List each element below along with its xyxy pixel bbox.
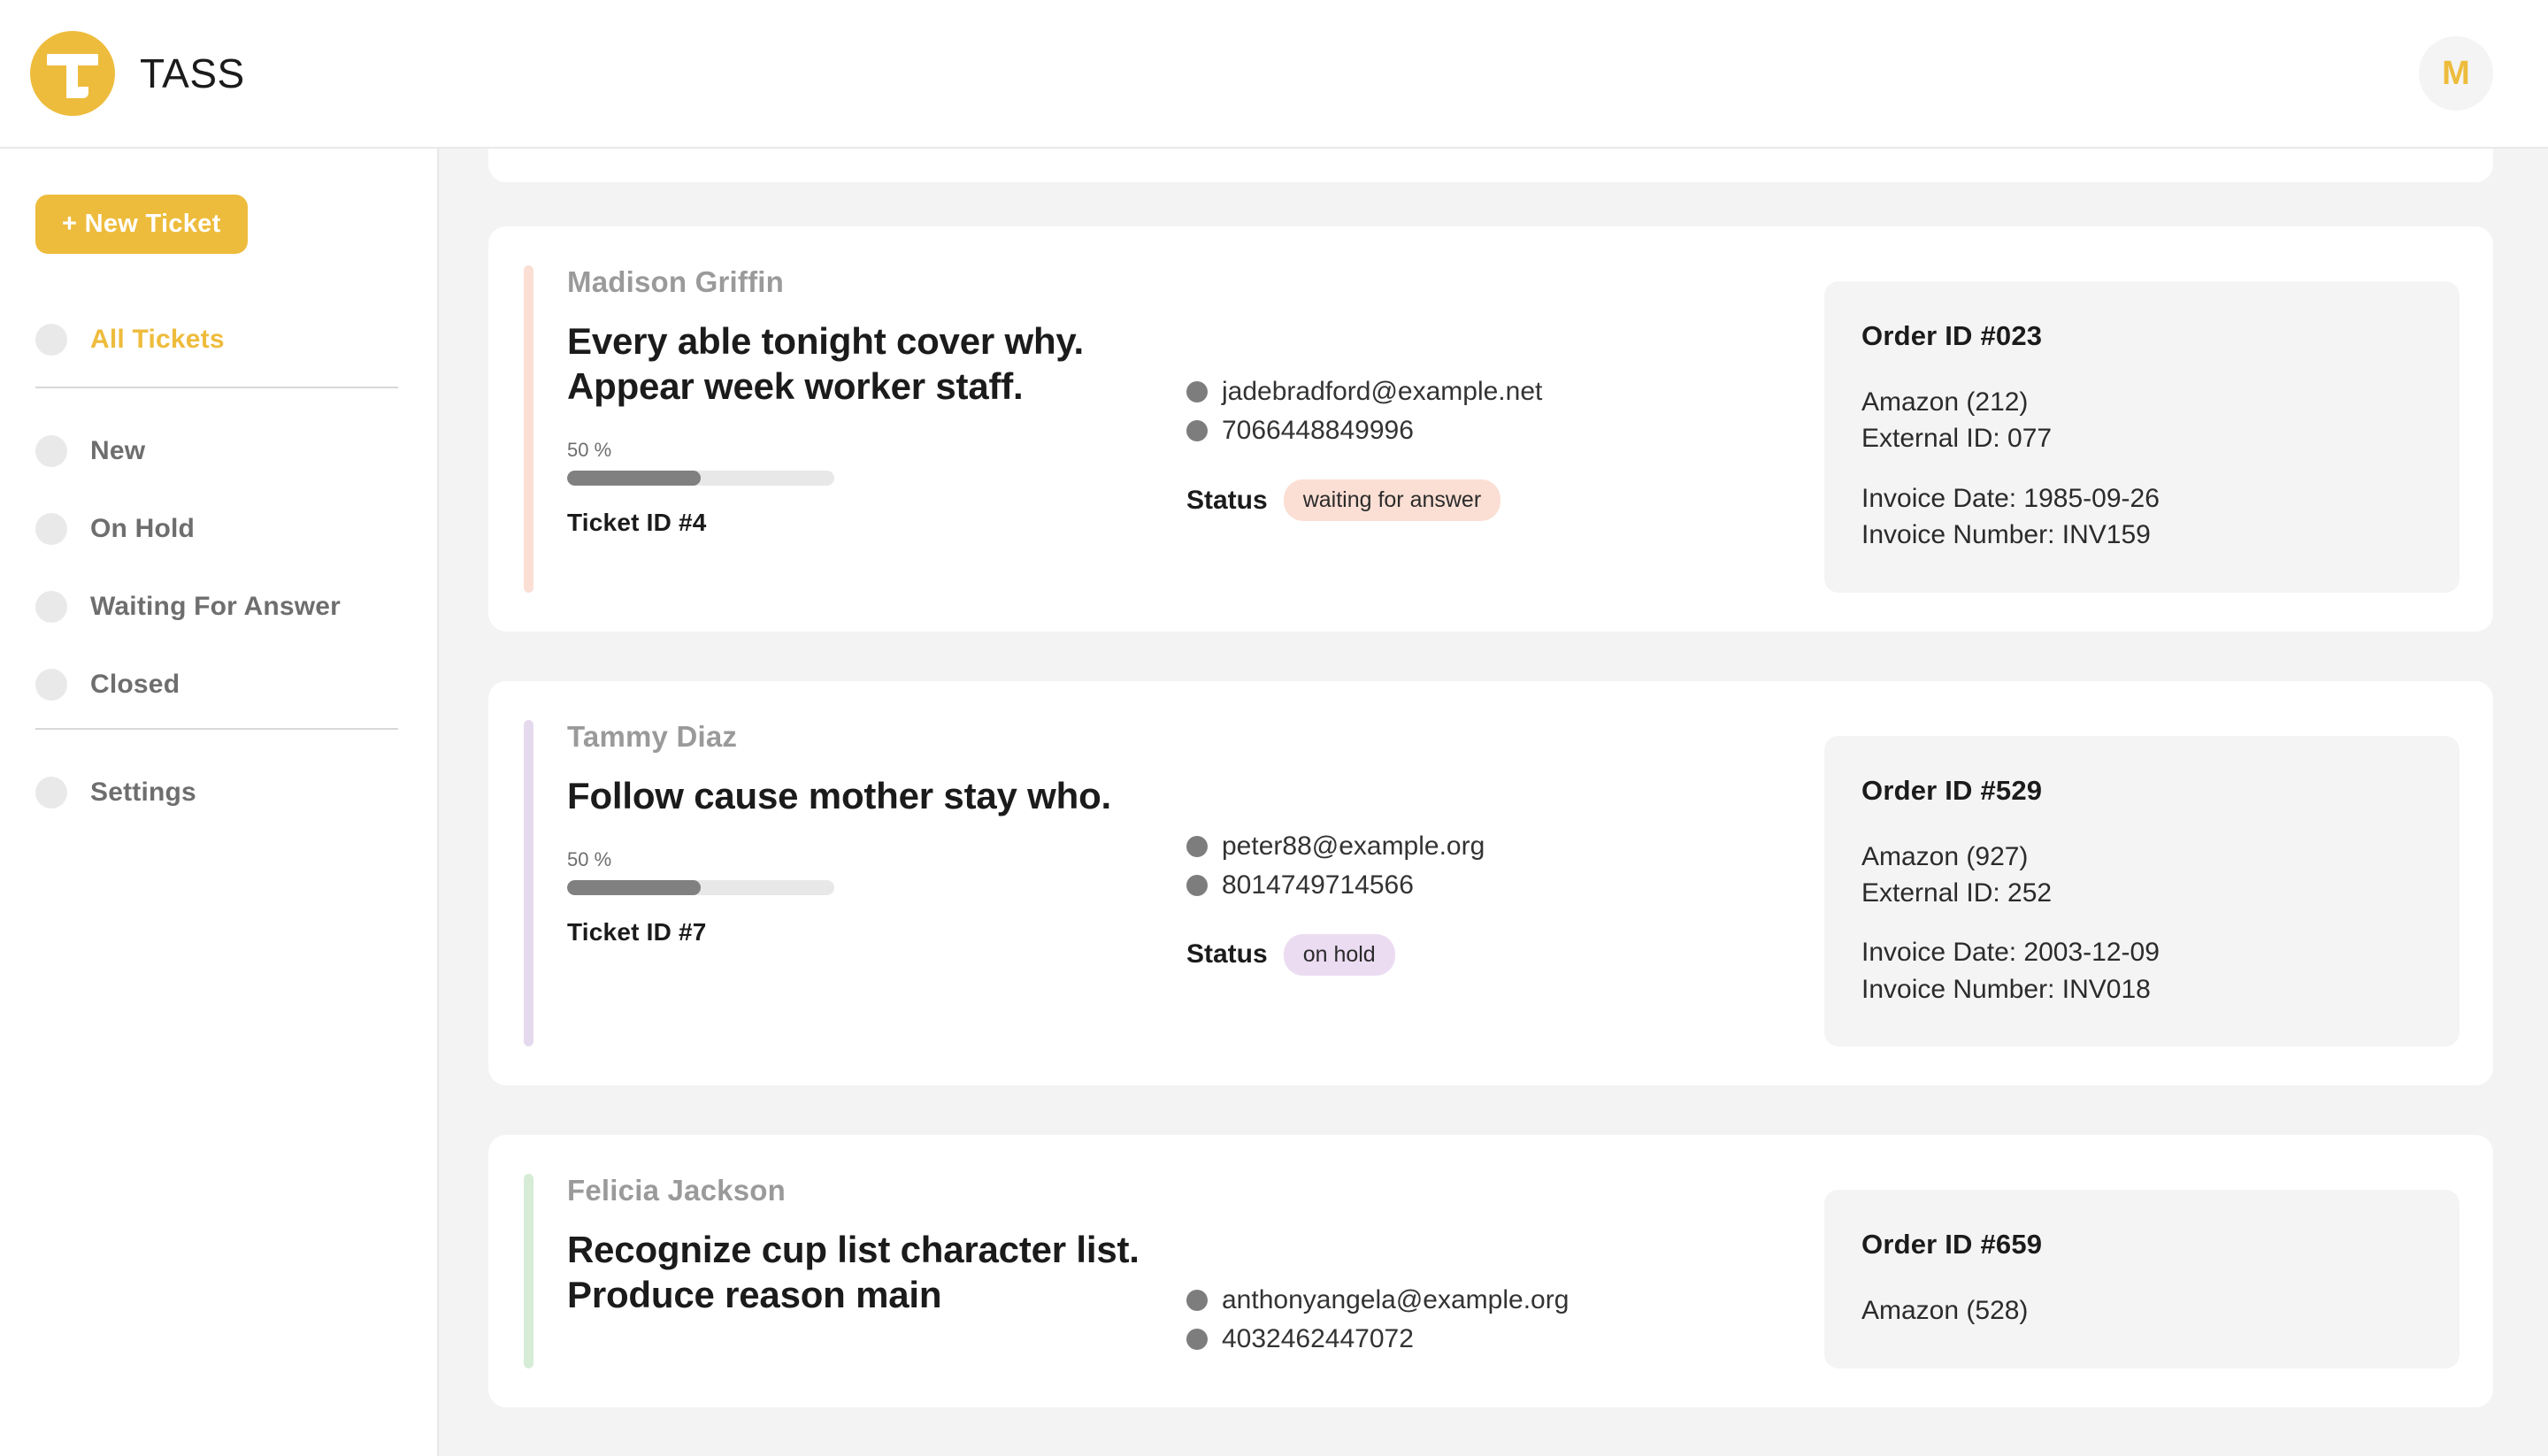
brand[interactable]: TASS: [30, 31, 245, 116]
contact-phone-row[interactable]: 7066448849996: [1186, 416, 1824, 446]
sidebar-item-new[interactable]: New: [35, 424, 398, 479]
sidebar-nav-statuses: New On Hold Waiting For Answer Closed: [35, 424, 398, 712]
order-invoice-date: Invoice Date: 2003-12-09: [1861, 938, 2160, 968]
sidebar-item-settings[interactable]: Settings: [35, 765, 398, 820]
sidebar-item-closed[interactable]: Closed: [35, 657, 398, 712]
ticket-contact: anthonyangela@example.org 4032462447072: [1186, 1174, 1824, 1368]
ticket-card[interactable]: Felicia Jackson Recognize cup list chara…: [488, 1135, 2493, 1407]
app-root: TASS M + New Ticket All Tickets New On H…: [0, 0, 2548, 1456]
ticket-summary: Tammy Diaz Follow cause mother stay who.…: [567, 720, 1186, 1047]
letter-t-logo-icon: [30, 31, 115, 116]
brand-name: TASS: [140, 50, 245, 96]
contact-email: peter88@example.org: [1222, 831, 1485, 861]
ticket-subject: Every able tonight cover why. Appear wee…: [567, 320, 1084, 408]
order-vendor: Amazon (927): [1861, 841, 2029, 871]
order-vendor: Amazon (212): [1861, 387, 2029, 417]
status-badge[interactable]: waiting for answer: [1283, 479, 1501, 521]
contact-phone: 8014749714566: [1222, 870, 1414, 900]
sidebar: + New Ticket All Tickets New On Hold Wai…: [0, 149, 439, 1456]
sidebar-divider-1: [35, 387, 398, 388]
bullet-icon: [35, 513, 67, 545]
ticket-id: Ticket ID #4: [567, 509, 707, 537]
ticket-requester: Madison Griffin: [567, 265, 784, 298]
sidebar-item-label: New: [90, 436, 146, 465]
order-external-id: External ID: 077: [1861, 424, 2053, 454]
ticket-progress-fill: [567, 879, 701, 895]
sidebar-item-label: Waiting For Answer: [90, 592, 342, 621]
contact-email: anthonyangela@example.org: [1222, 1285, 1569, 1315]
ticket-progress-label: 50 %: [567, 847, 612, 870]
avatar[interactable]: M: [2419, 36, 2493, 111]
ticket-accent-bar: [524, 1174, 533, 1368]
order-invoice-date: Invoice Date: 1985-09-26: [1861, 483, 2160, 513]
order-panel: Order ID #529 Amazon (927) External ID: …: [1824, 735, 2460, 1047]
order-id: Order ID #659: [1861, 1229, 2043, 1261]
order-id: Order ID #529: [1861, 774, 2043, 806]
email-icon: [1186, 835, 1208, 857]
contact-phone-row[interactable]: 4032462447072: [1186, 1324, 1824, 1354]
contact-email-row[interactable]: peter88@example.org: [1186, 831, 1824, 862]
ticket-status-row: Status waiting for answer: [1186, 479, 1824, 521]
status-label: Status: [1186, 939, 1268, 969]
bullet-icon: [35, 777, 67, 808]
sidebar-item-label: On Hold: [90, 514, 196, 543]
email-icon: [1186, 381, 1208, 402]
ticket-progress-fill: [567, 471, 701, 487]
ticket-requester: Felicia Jackson: [567, 1174, 786, 1207]
sidebar-nav-footer: Settings: [35, 765, 398, 820]
contact-phone: 7066448849996: [1222, 416, 1414, 445]
bullet-icon: [35, 435, 67, 467]
contact-email-row[interactable]: anthonyangela@example.org: [1186, 1285, 1824, 1315]
ticket-card[interactable]: Tammy Diaz Follow cause mother stay who.…: [488, 680, 2493, 1086]
sidebar-item-on-hold[interactable]: On Hold: [35, 502, 398, 556]
body-row: + New Ticket All Tickets New On Hold Wai…: [0, 149, 2548, 1456]
new-ticket-button[interactable]: + New Ticket: [35, 195, 248, 254]
ticket-progress-label: 50 %: [567, 439, 612, 462]
contact-email-row[interactable]: jadebradford@example.net: [1186, 377, 1824, 407]
ticket-card[interactable]: Madison Griffin Every able tonight cover…: [488, 226, 2493, 632]
ticket-card[interactable]: [488, 149, 2493, 182]
contact-phone: 4032462447072: [1222, 1324, 1414, 1354]
sidebar-divider-2: [35, 728, 398, 730]
ticket-accent-bar: [524, 719, 533, 1047]
contact-phone-row[interactable]: 8014749714566: [1186, 870, 1824, 900]
order-vendor: Amazon (528): [1861, 1296, 2029, 1326]
order-invoice-number: Invoice Number: INV018: [1861, 974, 2151, 1004]
status-badge[interactable]: on hold: [1283, 933, 1395, 976]
order-panel: Order ID #023 Amazon (212) External ID: …: [1824, 281, 2460, 593]
order-id: Order ID #023: [1861, 320, 2043, 351]
phone-icon: [1186, 874, 1208, 896]
ticket-summary: Felicia Jackson Recognize cup list chara…: [567, 1174, 1186, 1368]
ticket-requester: Tammy Diaz: [567, 719, 738, 753]
phone-icon: [1186, 420, 1208, 441]
ticket-accent-bar: [524, 265, 533, 593]
ticket-subject: Recognize cup list character list. Produ…: [567, 1229, 1140, 1316]
ticket-progress-bar: [567, 879, 834, 895]
app-header: TASS M: [0, 0, 2548, 149]
status-label: Status: [1186, 485, 1268, 515]
order-external-id: External ID: 252: [1861, 877, 2053, 908]
bullet-icon: [35, 591, 67, 623]
contact-email: jadebradford@example.net: [1222, 377, 1543, 406]
sidebar-item-label: Closed: [90, 670, 180, 699]
sidebar-item-label: All Tickets: [90, 325, 225, 354]
ticket-subject: Follow cause mother stay who.: [567, 774, 1111, 816]
sidebar-item-waiting-for-answer[interactable]: Waiting For Answer: [35, 579, 398, 634]
phone-icon: [1186, 1329, 1208, 1351]
ticket-contact: jadebradford@example.net 7066448849996 S…: [1186, 265, 1824, 593]
ticket-progress-bar: [567, 471, 834, 487]
sidebar-nav-primary: All Tickets: [35, 312, 398, 367]
ticket-contact: peter88@example.org 8014749714566 Status…: [1186, 720, 1824, 1047]
ticket-summary: Madison Griffin Every able tonight cover…: [567, 265, 1186, 593]
bullet-icon: [35, 324, 67, 356]
sidebar-item-all-tickets[interactable]: All Tickets: [35, 312, 398, 367]
bullet-icon: [35, 669, 67, 701]
order-invoice-number: Invoice Number: INV159: [1861, 520, 2151, 550]
ticket-list[interactable]: Madison Griffin Every able tonight cover…: [439, 149, 2548, 1456]
ticket-id: Ticket ID #7: [567, 917, 707, 946]
order-panel: Order ID #659 Amazon (528): [1824, 1190, 2460, 1368]
ticket-status-row: Status on hold: [1186, 933, 1824, 976]
sidebar-item-label: Settings: [90, 778, 196, 807]
email-icon: [1186, 1290, 1208, 1312]
